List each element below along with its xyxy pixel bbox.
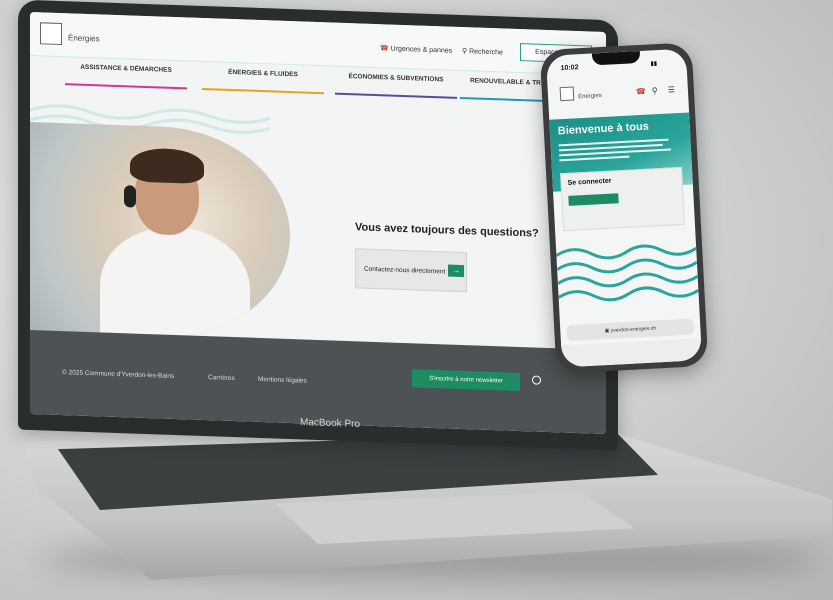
hero-question: Vous avez toujours des questions? [355,221,539,240]
facebook-icon[interactable] [532,375,541,385]
person-hair [130,147,204,185]
phone-icon[interactable]: ☎ [636,87,646,97]
search-link[interactable]: ⚲ Recherche [462,47,503,56]
nav-item-assistance[interactable]: ASSISTANCE & DÉMARCHES [65,63,187,90]
login-button[interactable] [568,193,619,206]
footer-careers-link[interactable]: Carrières [208,374,235,382]
welcome-text-lines [558,135,677,164]
url-text: yverdon-energies.ch [610,325,657,334]
site-logo-text[interactable]: Énergies [68,33,100,43]
phone-logo-text[interactable]: Énergies [578,93,602,100]
site-logo-icon[interactable] [40,22,62,46]
nav-label: ÉNERGIES & FLUIDES [228,68,298,79]
footer-legal-link[interactable]: Mentions légales [258,376,307,385]
nav-underline [202,87,324,95]
nav-item-economies[interactable]: ÉCONOMIES & SUBVENTIONS [335,73,457,99]
welcome-title: Bienvenue à tous [557,120,650,138]
phone-notch [591,50,641,66]
nav-label: ÉCONOMIES & SUBVENTIONS [348,73,444,84]
phone-icon: ☎ [380,45,391,53]
contact-label: Contactez-nous directement [364,265,446,276]
headset-icon [124,185,136,208]
browser-toolbar [561,338,703,368]
phone-time: 10:02 [560,64,579,73]
browser-url-bar[interactable]: ▣ yverdon-energies.ch [566,318,695,342]
laptop-screen: Énergies ☎ Urgences & pannes ⚲ Recherche… [30,11,606,435]
phone-logo-icon[interactable] [559,86,575,102]
laptop-brand-label: MacBook Pro [300,416,361,431]
arrow-right-icon: → [448,264,464,278]
support-agent-photo [30,121,290,342]
urgences-label: Urgences & pannes [390,45,453,55]
hero-section: Vous avez toujours des questions? Contac… [30,121,606,352]
phone-screen: 10:02 ▮▮ Énergies ☎ ⚲ ☰ Bienvenue à tous… [545,48,703,368]
search-icon[interactable]: ⚲ [652,86,658,95]
login-card: Se connecter [560,166,685,232]
newsletter-button[interactable]: S'inscrire à notre newsletter [412,369,520,392]
nav-underline [335,92,457,99]
decorative-waves [555,244,700,302]
contact-button[interactable]: Contactez-nous directement → [355,248,467,293]
nav-underline [65,83,187,90]
nav-label: ASSISTANCE & DÉMARCHES [80,63,172,74]
smartphone: 10:02 ▮▮ Énergies ☎ ⚲ ☰ Bienvenue à tous… [539,42,709,374]
menu-icon[interactable]: ☰ [668,85,676,94]
search-label: Recherche [469,48,503,57]
nav-item-energies[interactable]: ÉNERGIES & FLUIDES [202,68,324,95]
person-body [100,224,250,342]
battery-icon: ▮▮ [650,61,658,68]
urgences-link[interactable]: ☎ Urgences & pannes [380,44,452,55]
footer-copyright: © 2025 Commune d'Yverdon-les-Bains [62,369,175,380]
login-title: Se connecter [567,177,612,187]
